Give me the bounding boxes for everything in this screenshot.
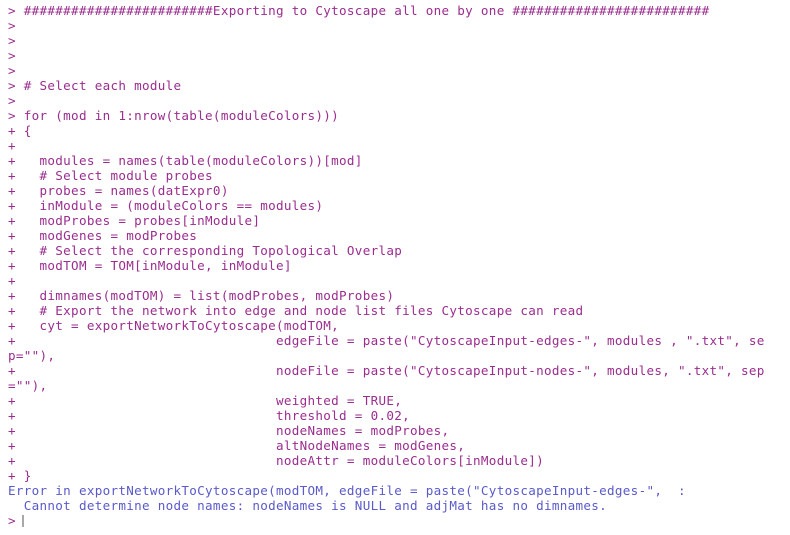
console-command-line: > [8, 93, 16, 108]
console-command-line: + threshold = 0.02, [8, 408, 410, 423]
console-command-line: > [8, 48, 16, 63]
console-command-line: + altNodeNames = modGenes, [8, 438, 466, 453]
console-command-line: + # Select module probes [8, 168, 213, 183]
console-command-line: + weighted = TRUE, [8, 393, 403, 408]
console-command-line: p=""), [8, 348, 56, 363]
r-console-output[interactable]: > ########################Exporting to C… [0, 0, 790, 535]
console-line-list: > ########################Exporting to C… [0, 3, 790, 513]
console-prompt-line[interactable]: > [0, 513, 790, 528]
console-command-line: + modProbes = probes[inModule] [8, 213, 261, 228]
console-command-line: =""), [8, 378, 48, 393]
console-command-line: + # Export the network into edge and nod… [8, 303, 584, 318]
console-command-line: > [8, 63, 16, 78]
prompt-symbol: > [8, 513, 16, 528]
console-command-line: > [8, 33, 16, 48]
console-command-line: + modTOM = TOM[inModule, inModule] [8, 258, 292, 273]
console-command-line: + # Select the corresponding Topological… [8, 243, 403, 258]
console-command-line: + probes = names(datExpr0) [8, 183, 229, 198]
console-command-line: + } [8, 468, 32, 483]
console-command-line: + cyt = exportNetworkToCytoscape(modTOM, [8, 318, 340, 333]
console-command-line: + [8, 273, 16, 288]
console-command-line: + inModule = (moduleColors == modules) [8, 198, 324, 213]
console-error-line: Cannot determine node names: nodeNames i… [8, 498, 608, 513]
console-command-line: + nodeNames = modProbes, [8, 423, 450, 438]
console-command-line: > [8, 18, 16, 33]
console-error-line: Error in exportNetworkToCytoscape(modTOM… [8, 483, 686, 498]
console-command-line: + nodeFile = paste("CytoscapeInput-nodes… [8, 363, 765, 378]
console-command-line: + modGenes = modProbes [8, 228, 198, 243]
console-command-line: > for (mod in 1:nrow(table(moduleColors)… [8, 108, 340, 123]
console-command-line: + dimnames(modTOM) = list(modProbes, mod… [8, 288, 395, 303]
console-command-line: + { [8, 123, 32, 138]
text-cursor [21, 515, 24, 527]
console-command-line: > # Select each module [8, 78, 182, 93]
console-command-line: + [8, 138, 16, 153]
console-command-line: + edgeFile = paste("CytoscapeInput-edges… [8, 333, 765, 348]
console-command-line: + modules = names(table(moduleColors))[m… [8, 153, 363, 168]
console-command-line: > ########################Exporting to C… [8, 3, 710, 18]
console-command-line: + nodeAttr = moduleColors[inModule]) [8, 453, 544, 468]
